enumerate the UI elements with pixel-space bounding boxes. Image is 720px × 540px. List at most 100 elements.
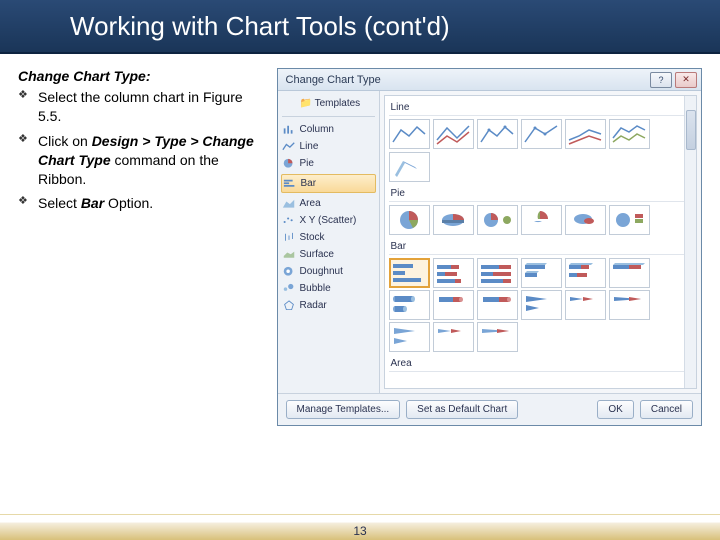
- manage-templates-button[interactable]: Manage Templates...: [286, 400, 401, 419]
- instruction-list: Select the column chart in Figure 5.5. C…: [18, 88, 269, 213]
- pie-chart-icon: [282, 157, 296, 169]
- chart-thumb-bar-pyramid[interactable]: [389, 322, 430, 352]
- sidebar-cat-pie[interactable]: Pie: [278, 155, 379, 172]
- sidebar-cat-surface[interactable]: Surface: [278, 246, 379, 263]
- chart-thumb-line[interactable]: [389, 119, 430, 149]
- chart-thumb-bar-cone[interactable]: [609, 290, 650, 320]
- column-chart-icon: [282, 123, 296, 135]
- chart-thumb-bar-stacked[interactable]: [433, 258, 474, 288]
- gallery-row: [389, 205, 692, 235]
- instruction-text: Select: [38, 195, 81, 211]
- sidebar-cat-radar[interactable]: Radar: [278, 297, 379, 314]
- chart-thumb-pie-exploded-3d[interactable]: [565, 205, 606, 235]
- close-icon: ✕: [682, 74, 690, 85]
- sidebar-cat-area[interactable]: Area: [278, 195, 379, 212]
- radar-chart-icon: [282, 299, 296, 311]
- chart-thumb-line[interactable]: [609, 119, 650, 149]
- chart-thumb-bar-pyramid[interactable]: [433, 322, 474, 352]
- change-chart-type-dialog: Change Chart Type ? ✕ 📁 Templates Column: [277, 68, 702, 426]
- chart-thumb-bar-cyl[interactable]: [389, 290, 430, 320]
- dialog-titlebar: Change Chart Type ? ✕: [278, 69, 701, 91]
- sidebar-cat-label: Area: [300, 198, 321, 209]
- gallery-scrollbar[interactable]: [684, 96, 696, 388]
- sidebar-cat-line[interactable]: Line: [278, 138, 379, 155]
- chart-thumb-bar-3d[interactable]: [521, 258, 562, 288]
- chart-thumb-line[interactable]: [565, 119, 606, 149]
- folder-icon: 📁: [300, 98, 312, 109]
- ok-button[interactable]: OK: [597, 400, 633, 419]
- sidebar-cat-label: Bar: [301, 178, 317, 189]
- sidebar-cat-doughnut[interactable]: Doughnut: [278, 263, 379, 280]
- gallery-row: [389, 258, 692, 288]
- gallery-section-bar: Bar: [389, 237, 692, 255]
- bubble-chart-icon: [282, 282, 296, 294]
- sidebar-cat-scatter[interactable]: X Y (Scatter): [278, 212, 379, 229]
- help-icon: ?: [658, 75, 663, 85]
- bar-chart-icon: [283, 177, 297, 189]
- chart-thumb-line[interactable]: [521, 119, 562, 149]
- sidebar-cat-bubble[interactable]: Bubble: [278, 280, 379, 297]
- slide-footer: 13: [0, 514, 720, 540]
- instruction-item: Select the column chart in Figure 5.5.: [18, 88, 269, 126]
- chart-thumb-line[interactable]: [477, 119, 518, 149]
- help-button[interactable]: ?: [650, 72, 672, 88]
- chart-thumb-pie-exploded[interactable]: [521, 205, 562, 235]
- instruction-item: Select Bar Option.: [18, 194, 269, 213]
- chart-thumb-bar-3d-100[interactable]: [609, 258, 650, 288]
- area-chart-icon: [282, 197, 296, 209]
- gallery-section-area: Area: [389, 354, 692, 372]
- chart-thumb-bar-cyl[interactable]: [477, 290, 518, 320]
- sidebar-cat-label: Surface: [300, 249, 334, 260]
- chart-thumb-bar-of-pie[interactable]: [609, 205, 650, 235]
- scrollbar-thumb[interactable]: [686, 110, 696, 150]
- chart-thumb-bar-cone[interactable]: [521, 290, 562, 320]
- chart-thumb-bar-100[interactable]: [477, 258, 518, 288]
- dialog-body: 📁 Templates Column Line Pie: [278, 91, 701, 393]
- chart-thumb-pie-3d[interactable]: [433, 205, 474, 235]
- templates-item[interactable]: 📁 Templates: [278, 95, 379, 112]
- sidebar-cat-label: Radar: [300, 300, 327, 311]
- instruction-text: Option.: [104, 195, 153, 211]
- instruction-text: Select the column chart in Figure 5.5.: [38, 89, 243, 124]
- dialog-footer: Manage Templates... Set as Default Chart…: [278, 393, 701, 425]
- sidebar-cat-bar[interactable]: Bar: [281, 174, 376, 193]
- sidebar-cat-label: Column: [300, 124, 334, 135]
- gallery-inner: Line Pie: [385, 96, 696, 379]
- instruction-strong: Bar: [81, 195, 104, 211]
- page-number: 13: [353, 524, 366, 538]
- chart-category-sidebar: 📁 Templates Column Line Pie: [278, 91, 380, 393]
- sidebar-cat-label: X Y (Scatter): [300, 215, 357, 226]
- set-default-chart-button[interactable]: Set as Default Chart: [406, 400, 518, 419]
- instruction-item: Click on Design > Type > Change Chart Ty…: [18, 132, 269, 189]
- templates-label: Templates: [315, 98, 361, 109]
- chart-thumb-bar-cyl[interactable]: [433, 290, 474, 320]
- slide-content: Change Chart Type: Select the column cha…: [0, 54, 720, 426]
- chart-thumb-bar-pyramid[interactable]: [477, 322, 518, 352]
- gallery-row: [389, 290, 692, 320]
- chart-thumb-pie-of-pie[interactable]: [477, 205, 518, 235]
- sidebar-divider: [282, 116, 375, 117]
- instruction-panel: Change Chart Type: Select the column cha…: [18, 68, 277, 426]
- chart-thumb-bar-clustered[interactable]: [389, 258, 430, 288]
- gallery-section-line: Line: [389, 98, 692, 116]
- sidebar-cat-column[interactable]: Column: [278, 121, 379, 138]
- dialog-window-controls: ? ✕: [650, 72, 697, 88]
- close-button[interactable]: ✕: [675, 72, 697, 88]
- chart-thumb-bar-cone[interactable]: [565, 290, 606, 320]
- instruction-text: Click on: [38, 133, 92, 149]
- chart-thumb-line-3d[interactable]: [389, 152, 430, 182]
- slide-title: Working with Chart Tools (cont'd): [70, 11, 450, 42]
- chart-thumb-pie[interactable]: [389, 205, 430, 235]
- chart-gallery: Line Pie: [384, 95, 697, 389]
- sidebar-cat-label: Pie: [300, 158, 314, 169]
- chart-thumb-bar-3d-stacked[interactable]: [565, 258, 606, 288]
- sidebar-cat-label: Stock: [300, 232, 325, 243]
- cancel-button[interactable]: Cancel: [640, 400, 693, 419]
- slide-title-bar: Working with Chart Tools (cont'd): [0, 0, 720, 54]
- stock-chart-icon: [282, 231, 296, 243]
- chart-thumb-line[interactable]: [433, 119, 474, 149]
- gallery-row: [389, 322, 692, 352]
- surface-chart-icon: [282, 248, 296, 260]
- sidebar-cat-stock[interactable]: Stock: [278, 229, 379, 246]
- doughnut-chart-icon: [282, 265, 296, 277]
